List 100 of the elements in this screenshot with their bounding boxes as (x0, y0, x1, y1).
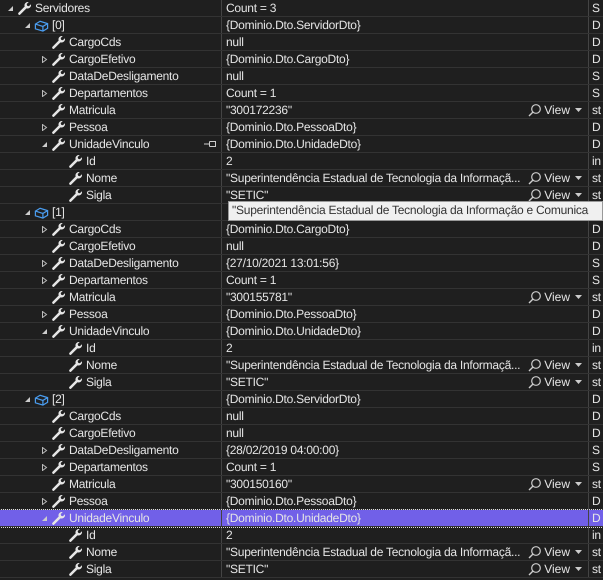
wrench-icon (51, 222, 66, 236)
view-button[interactable]: View (528, 290, 588, 304)
type-text: st (592, 477, 601, 491)
collapsed-arrow-icon[interactable] (40, 124, 48, 130)
collapsed-arrow-icon[interactable] (40, 90, 48, 96)
collapsed-arrow-icon[interactable] (40, 226, 48, 232)
type-text: st (592, 188, 601, 202)
type-text: D (592, 52, 600, 66)
tree-row[interactable]: CargoEfetivo {Dominio.Dto.CargoDto} D (0, 51, 603, 68)
tree-row[interactable]: Departamentos Count = 1 S (0, 272, 603, 289)
type-text: D (592, 239, 600, 253)
property-name: CargoCds (69, 222, 122, 236)
expanded-arrow-icon[interactable] (40, 140, 48, 148)
view-button[interactable]: View (528, 358, 588, 372)
type-text: S (592, 69, 600, 83)
view-button[interactable]: View (528, 477, 588, 491)
view-button[interactable]: View (528, 171, 588, 185)
tree-row[interactable]: [0] {Dominio.Dto.ServidorDto} D (0, 17, 603, 34)
expanded-arrow-icon[interactable] (24, 208, 30, 216)
property-name: CargoEfetivo (69, 426, 136, 440)
tree-row[interactable]: Departamentos Count = 1 S (0, 85, 603, 102)
collapsed-arrow-icon[interactable] (40, 310, 48, 318)
view-button[interactable]: View (528, 562, 588, 576)
type-text: st (592, 171, 601, 185)
tree-row[interactable]: Matricula "300172236" View st (0, 102, 603, 119)
wrench-icon (51, 494, 66, 508)
tree-row[interactable]: CargoCds null D (0, 408, 603, 425)
type-text: S (592, 256, 600, 270)
property-name: DataDeDesligamento (69, 443, 180, 457)
value-text: {Dominio.Dto.PessoaDto} (226, 494, 358, 508)
view-button[interactable]: View (528, 103, 588, 117)
collapsed-arrow-icon[interactable] (40, 464, 48, 470)
tree-row[interactable]: Nome "Superintendência Estadual de Tecnologia da Informaçã... View st (0, 544, 603, 561)
value-text: null (226, 426, 245, 440)
value-text: {Dominio.Dto.PessoaDto} (226, 307, 358, 321)
wrench-icon (51, 476, 66, 492)
expanded-arrow-icon[interactable] (24, 396, 30, 402)
tree-row[interactable]: CargoEfetivo null D (0, 238, 603, 255)
caret-icon (572, 378, 584, 386)
property-name: Pessoa (69, 120, 109, 134)
tree-row[interactable]: Nome "Superintendência Estadual de Tecnologia da Informaçã... View st (0, 170, 603, 187)
caret-icon (572, 361, 584, 369)
property-name: Matricula (69, 103, 117, 117)
value-text: "SETIC" (226, 562, 270, 576)
type-text: st (592, 562, 601, 576)
tree-row[interactable]: Id 2 in (0, 153, 603, 170)
collapsed-arrow-icon[interactable] (40, 276, 48, 284)
collapsed-arrow-icon[interactable] (40, 446, 48, 454)
view-button[interactable]: View (528, 188, 588, 202)
tree-row[interactable]: DataDeDesligamento {27/10/2021 13:01:56} S (0, 255, 603, 272)
tree-row[interactable]: Pessoa {Dominio.Dto.PessoaDto} D (0, 119, 603, 136)
cube-icon (34, 204, 49, 220)
tree-row[interactable]: Departamentos Count = 1 S (0, 459, 603, 476)
type-text: D (592, 120, 600, 134)
collapsed-arrow-icon[interactable] (40, 498, 48, 504)
cube-icon (34, 392, 49, 406)
type-text: D (592, 324, 600, 338)
value-text: {27/10/2021 13:01:56} (226, 256, 340, 270)
tree-row[interactable]: Nome "Superintendência Estadual de Tecnologia da Informaçã... View st (0, 357, 603, 374)
tree-row[interactable]: DataDeDesligamento {28/02/2019 04:00:00} S (0, 442, 603, 459)
tree-row[interactable]: CargoEfetivo null D (0, 425, 603, 442)
tree-row[interactable]: DataDeDesligamento null S (0, 68, 603, 85)
tree-row[interactable]: UnidadeVinculo {Dominio.Dto.UnidadeDto} D (0, 510, 603, 527)
view-button[interactable]: View (528, 545, 588, 559)
tree-row[interactable]: Sigla "SETIC" View st (0, 561, 603, 578)
tree-row[interactable]: Servidores Count = 3 S (0, 0, 603, 17)
expanded-arrow-icon[interactable] (24, 22, 30, 28)
property-name: Nome (86, 545, 118, 559)
expanded-arrow-icon[interactable] (40, 328, 48, 334)
wrench-icon (51, 238, 66, 254)
caret-icon (572, 174, 584, 182)
type-text: st (592, 375, 601, 389)
collapsed-arrow-icon[interactable] (40, 56, 48, 62)
property-name: Sigla (86, 562, 113, 576)
tree-row[interactable]: Id 2 in (0, 340, 603, 357)
value-text: 2 (226, 154, 234, 168)
property-name: Servidores (35, 1, 91, 15)
tree-row[interactable]: UnidadeVinculo {Dominio.Dto.UnidadeDto} D (0, 136, 603, 153)
tree-row[interactable]: Pessoa {Dominio.Dto.PessoaDto} D (0, 306, 603, 323)
wrench-icon (51, 306, 66, 322)
view-button[interactable]: View (528, 375, 588, 389)
pin-icon[interactable] (204, 140, 216, 148)
property-name: DataDeDesligamento (69, 256, 180, 270)
type-text: in (592, 341, 601, 355)
type-text: st (592, 545, 601, 559)
tree-row[interactable]: Sigla "SETIC" View st (0, 374, 603, 391)
wrench-icon (17, 0, 32, 16)
property-name: Matricula (69, 477, 117, 491)
property-name: CargoCds (69, 409, 122, 423)
tree-row[interactable]: UnidadeVinculo {Dominio.Dto.UnidadeDto} D (0, 323, 603, 340)
type-text: D (592, 494, 600, 508)
tree-row[interactable]: Matricula "300150160" View st (0, 476, 603, 493)
collapsed-arrow-icon[interactable] (40, 260, 48, 266)
expanded-arrow-icon[interactable] (6, 4, 14, 12)
tree-row[interactable]: Id 2 in (0, 527, 603, 544)
tree-row[interactable]: CargoCds null D (0, 34, 603, 51)
tree-row[interactable]: [2] {Dominio.Dto.ServidorDto} D (0, 391, 603, 408)
type-text: st (592, 103, 601, 117)
wrench-icon (51, 324, 66, 338)
tree-row[interactable]: Matricula "300155781" View st (0, 289, 603, 306)
